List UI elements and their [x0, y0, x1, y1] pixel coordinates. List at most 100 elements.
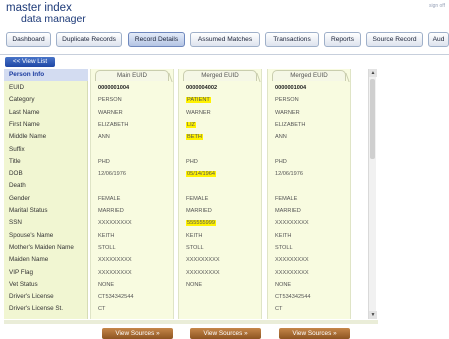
field-value: ELIZABETH: [98, 121, 129, 128]
column-tab-merged-euid-2[interactable]: Merged EUID: [272, 70, 346, 81]
tab-record-details[interactable]: Record Details: [128, 32, 185, 47]
scrollbar-thumb[interactable]: [370, 79, 375, 159]
tab-duplicate-records[interactable]: Duplicate Records: [56, 32, 122, 47]
field-value: 555555999: [179, 217, 263, 229]
field-value: MARRIED: [186, 208, 212, 214]
field-value: CT: [98, 306, 106, 313]
field-value: FEMALE: [275, 195, 298, 202]
field-value: NONE: [98, 281, 115, 288]
field-value: [91, 180, 175, 192]
column-tab-main-euid[interactable]: Main EUID: [95, 70, 169, 81]
field-value: KEITH: [275, 232, 292, 239]
scroll-up-icon[interactable]: ▲: [369, 69, 377, 77]
field-value: 12/06/1976: [98, 171, 126, 178]
sign-off-link[interactable]: sign off: [429, 3, 445, 9]
bottom-strip: [4, 320, 378, 324]
field-label: Vet Status: [9, 280, 38, 288]
record-column-merged-2: Merged EUID 0000001004 PERSON WARNER ELIZAB…: [267, 69, 351, 319]
view-sources-button-3[interactable]: View Sources »: [279, 328, 350, 339]
field-value: STOLL: [98, 244, 116, 251]
field-value: FEMALE: [98, 195, 121, 202]
divider: [0, 54, 449, 55]
field-value: ELIZABETH: [275, 121, 306, 128]
field-value: WARNER: [98, 109, 123, 116]
field-value: PHD: [186, 158, 198, 165]
view-list-button[interactable]: << View List: [5, 57, 55, 67]
field-label: Driver's License: [9, 293, 54, 301]
field-label: VIP Flag: [9, 268, 34, 276]
field-value: PHD: [275, 158, 287, 165]
field-value: [268, 144, 352, 156]
vertical-scrollbar[interactable]: ▲ ▼: [368, 69, 377, 319]
field-value: MARRIED: [275, 208, 301, 214]
field-label: Last Name: [9, 108, 40, 116]
field-value: KEITH: [98, 232, 115, 239]
highlighted-value: BETH: [186, 134, 203, 141]
field-label: Middle Name: [9, 133, 47, 141]
field-value: PATIENT: [179, 94, 263, 106]
brand-logo: master index data manager: [6, 2, 86, 25]
field-value: ANN: [275, 134, 287, 141]
field-value: STOLL: [275, 244, 293, 251]
field-value: PHD: [98, 158, 110, 165]
scroll-down-icon[interactable]: ▼: [369, 311, 377, 319]
field-value: 0000004002: [186, 85, 218, 91]
tab-reports[interactable]: Reports: [324, 32, 361, 47]
field-value: FEMALE: [186, 195, 209, 202]
field-label: Title: [9, 157, 21, 165]
main-nav: Dashboard Duplicate Records Record Detai…: [0, 32, 449, 48]
app-window: master index data manager sign off Dashb…: [0, 0, 449, 339]
field-value: [179, 291, 263, 303]
view-sources-button-2[interactable]: View Sources »: [190, 328, 261, 339]
field-label: Maiden Name: [9, 256, 49, 264]
field-value: LIZ: [179, 119, 263, 131]
tab-audit[interactable]: Aud: [428, 32, 449, 47]
field-value: XXXXXXXXX: [275, 257, 309, 264]
field-value: XXXXXXXXX: [98, 257, 132, 264]
field-value: BETH: [179, 131, 263, 143]
field-value: KEITH: [186, 232, 203, 239]
field-value: [268, 180, 352, 192]
field-value: 12/06/1976: [275, 171, 303, 178]
field-value: WARNER: [275, 109, 300, 116]
field-value: MARRIED: [98, 208, 124, 214]
field-value: ANN: [98, 134, 110, 141]
field-value: XXXXXXXXX: [186, 257, 220, 264]
field-value: 05/14/1964: [179, 168, 263, 180]
field-value: WARNER: [186, 109, 211, 116]
tab-source-record[interactable]: Source Record: [366, 32, 423, 47]
field-value: CT: [275, 306, 283, 313]
field-value: NONE: [186, 281, 203, 288]
field-value: XXXXXXXXX: [98, 269, 132, 276]
field-label: Marital Status: [9, 207, 48, 214]
field-label: EUID: [9, 84, 25, 91]
field-value: XXXXXXXXX: [98, 220, 132, 227]
field-label: First Name: [9, 120, 40, 128]
field-value: PERSON: [275, 97, 299, 104]
highlighted-value: 555555999: [186, 220, 216, 227]
tab-assumed-matches[interactable]: Assumed Matches: [190, 32, 260, 47]
field-value: [179, 180, 263, 192]
field-label: Gender: [9, 194, 31, 202]
label-column: Person Info EUID Category Last Name First N…: [4, 69, 88, 319]
brand-line-2: data manager: [21, 13, 86, 25]
field-label: Suffix: [9, 145, 25, 153]
field-value: XXXXXXXXX: [275, 220, 309, 227]
person-info-header: Person Info: [4, 69, 88, 81]
field-value: NONE: [275, 281, 292, 288]
field-value: PERSON: [98, 97, 122, 104]
field-label: DOB: [9, 170, 23, 178]
tab-transactions[interactable]: Transactions: [265, 32, 319, 47]
field-value: XXXXXXXXX: [186, 269, 220, 276]
highlighted-value: PATIENT: [186, 97, 211, 104]
view-sources-button-1[interactable]: View Sources »: [102, 328, 173, 339]
field-label: Mother's Maiden Name: [9, 243, 74, 251]
record-column-main: Main EUID 0000001004 PERSON WARNER ELIZABET…: [90, 69, 174, 319]
field-value: XXXXXXXXX: [275, 269, 309, 276]
field-value: STOLL: [186, 244, 204, 251]
column-tab-merged-euid-1[interactable]: Merged EUID: [183, 70, 257, 81]
tab-dashboard[interactable]: Dashboard: [6, 32, 51, 47]
field-label: Spouse's Name: [9, 231, 54, 239]
field-label: SSN: [9, 219, 22, 227]
field-label: Death: [9, 182, 26, 190]
